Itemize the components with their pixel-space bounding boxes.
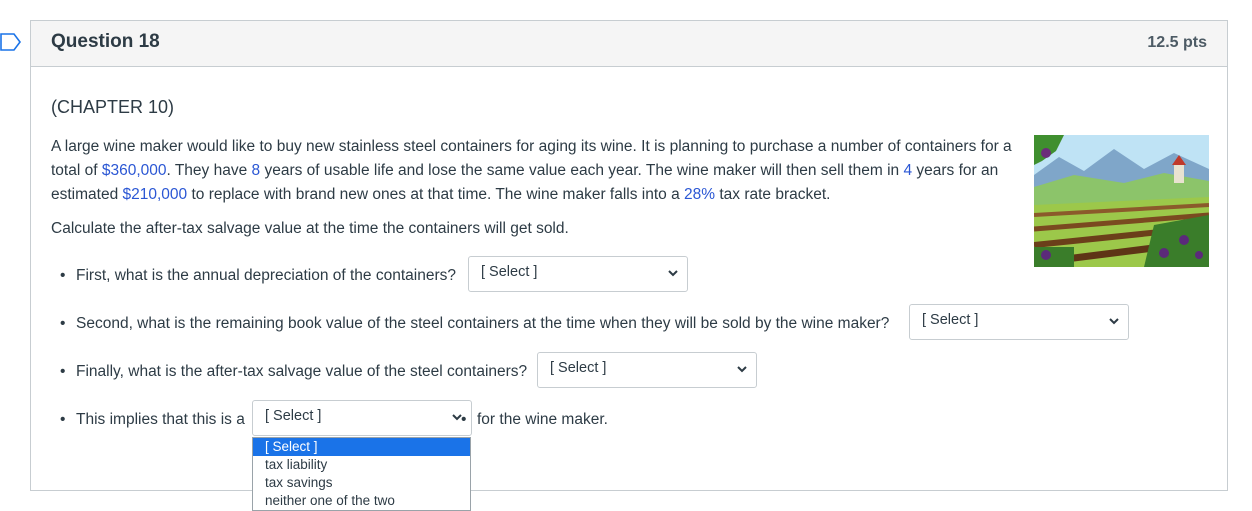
dropdown-option-tax-savings[interactable]: tax savings [253, 474, 470, 492]
question-title: Question 18 [51, 31, 160, 52]
paragraph-text: years of usable life and lose the same v… [260, 162, 904, 179]
bullet-3: Finally, what is the after-tax salvage v… [60, 363, 528, 381]
question-header: Question 18 12.5 pts [31, 21, 1227, 67]
chevron-down-icon [1109, 318, 1119, 325]
select-label: [ Select ] [265, 408, 322, 424]
tax-implication-dropdown-list[interactable]: [ Select ] tax liability tax savings nei… [252, 437, 471, 511]
bullet-4-suffix: for the wine maker. [461, 411, 608, 429]
question-paragraph: A large wine maker would like to buy new… [51, 135, 1036, 207]
question-points: 12.5 pts [1147, 34, 1207, 51]
paragraph-text: to replace with brand new ones at that t… [187, 186, 685, 203]
question-card: Question 18 12.5 pts (CHAPTER 10) A larg… [30, 20, 1228, 511]
select-remaining-book-value[interactable]: [ Select ] [909, 304, 1129, 340]
select-label: [ Select ] [922, 312, 979, 328]
dropdown-option-neither[interactable]: neither one of the two [253, 492, 470, 510]
bullet-1-text: First, what is the annual depreciation o… [76, 267, 456, 284]
bullet-4: This implies that this is a [60, 411, 245, 429]
select-after-tax-salvage[interactable]: [ Select ] [537, 352, 757, 388]
highlight-life: 8 [251, 162, 261, 179]
chevron-down-icon [668, 270, 678, 277]
select-tax-implication[interactable]: [ Select ] [252, 400, 472, 436]
paragraph-text: . They have [166, 162, 252, 179]
chevron-down-icon [737, 366, 747, 373]
highlight-cost: $360,000 [101, 162, 167, 179]
flag-question-icon[interactable] [0, 33, 22, 51]
chapter-heading: (CHAPTER 10) [51, 97, 175, 117]
bullet-2: Second, what is the remaining book value… [60, 315, 890, 333]
select-annual-depreciation[interactable]: [ Select ] [468, 256, 688, 292]
dropdown-option-tax-liability[interactable]: tax liability [253, 456, 470, 474]
bullet-4-suffix-text: for the wine maker. [477, 411, 608, 428]
highlight-years: 4 [903, 162, 913, 179]
highlight-tax-rate: 28% [684, 186, 716, 203]
highlight-salvage: $210,000 [122, 186, 188, 203]
bullet-1: First, what is the annual depreciation o… [60, 267, 456, 285]
select-label: [ Select ] [481, 264, 538, 280]
bullet-4-text: This implies that this is a [76, 411, 245, 428]
vineyard-image [1034, 135, 1209, 267]
bullet-2-text: Second, what is the remaining book value… [76, 315, 890, 332]
paragraph-text: tax rate bracket. [715, 186, 831, 203]
select-label: [ Select ] [550, 360, 607, 376]
bullet-3-text: Finally, what is the after-tax salvage v… [76, 363, 528, 380]
calculate-instruction: Calculate the after-tax salvage value at… [51, 220, 569, 237]
dropdown-option-select[interactable]: [ Select ] [253, 438, 470, 456]
